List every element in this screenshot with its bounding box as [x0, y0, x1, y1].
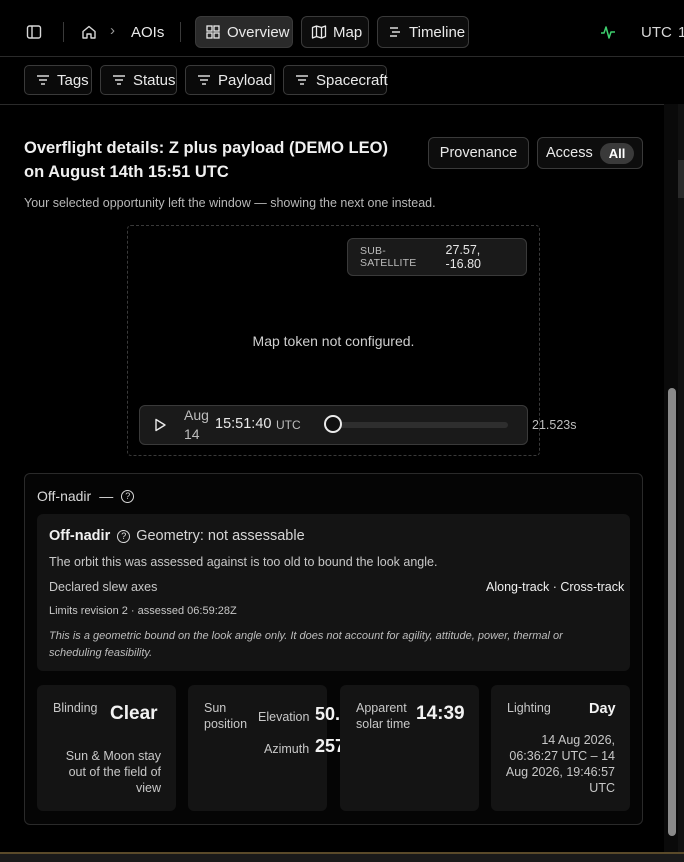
timeline-icon [387, 24, 403, 40]
lighting-value: Day [589, 701, 616, 717]
scrollbar-thumb[interactable] [668, 388, 676, 836]
filter-icon [35, 72, 51, 88]
top-bar: › AOIs Overview Map Timeline UTC 1 [0, 0, 684, 57]
chevron-right-icon: › [110, 22, 115, 39]
access-label: Access [546, 145, 593, 161]
filter-icon [111, 72, 127, 88]
breadcrumb-aois[interactable]: AOIs [131, 24, 164, 41]
playback-time: 15:51:40 [215, 416, 272, 432]
tab-overview[interactable]: Overview [195, 16, 293, 48]
home-icon[interactable] [81, 24, 97, 40]
filter-payload-button[interactable]: Payload [185, 65, 275, 95]
solar-time-value: 14:39 [416, 703, 465, 724]
filter-tags-label: Tags [57, 71, 89, 89]
help-icon[interactable]: ? [121, 489, 135, 503]
blinding-value: Clear [110, 703, 158, 724]
filter-status-button[interactable]: Status [100, 65, 177, 95]
lighting-label: Lighting [507, 701, 551, 715]
overflight-title: Overflight details: Z plus payload (DEMO… [24, 139, 388, 181]
tab-map-label: Map [333, 23, 363, 41]
activity-icon[interactable] [600, 24, 616, 40]
azimuth-label: Azimuth [264, 742, 310, 756]
solar-time-label: Apparent solar time [356, 701, 411, 731]
filter-status-label: Status [133, 71, 176, 89]
provenance-label: Provenance [439, 145, 518, 161]
bottom-edge [0, 852, 684, 862]
filter-spacecraft-button[interactable]: Spacecraft [283, 65, 388, 95]
grid-icon [205, 24, 221, 40]
geometry-status: Geometry: not assessable [136, 528, 305, 544]
timezone-label[interactable]: UTC [641, 24, 672, 41]
orbit-note: The orbit this was assessed against is t… [49, 555, 438, 569]
blinding-note: Sun & Moon stay out of the field of view [65, 749, 161, 795]
map-icon [311, 24, 327, 40]
tab-timeline[interactable]: Timeline [377, 16, 469, 48]
filter-icon [196, 72, 212, 88]
tab-overview-label: Overview [227, 23, 290, 41]
off-nadir-title: Off-nadir [49, 528, 111, 544]
map-token-message: Map token not configured. [252, 333, 415, 349]
geometric-disclaimer: This is a geometric bound on the look an… [49, 630, 563, 659]
off-nadir-section-header: Off-nadir — ? [37, 488, 135, 504]
access-button[interactable]: Access All [537, 137, 643, 169]
filter-icon [294, 72, 310, 88]
slew-axes-value: Along-track · Cross-track [486, 580, 625, 594]
lighting-range: 14 Aug 2026, 06:36:27 UTC – 14 Aug 2026,… [505, 733, 615, 795]
side-panel-handle[interactable] [678, 160, 684, 198]
sub-satellite-label: SUB-SATELLITE [360, 245, 417, 269]
provenance-button[interactable]: Provenance [428, 137, 529, 169]
tab-map[interactable]: Map [301, 16, 369, 48]
off-nadir-title-row: Off-nadir ? Geometry: not assessable [49, 528, 305, 544]
tab-timeline-label: Timeline [409, 23, 466, 41]
timezone-clipped-text: 1 [678, 24, 684, 41]
slew-axes-label: Declared slew axes [49, 580, 158, 594]
playback-slider-thumb[interactable] [324, 415, 342, 433]
blinding-label: Blinding [53, 701, 98, 715]
play-icon[interactable] [151, 416, 169, 434]
playback-slider-track[interactable] [334, 422, 508, 428]
side-panel-edge [678, 104, 684, 852]
filter-tags-button[interactable]: Tags [24, 65, 92, 95]
sun-position-label: Sun position [204, 701, 248, 731]
playback-date: Aug 14 [184, 406, 214, 444]
off-nadir-section-value: — [99, 488, 114, 504]
playback-date-day: 14 [184, 426, 200, 442]
playback-duration: 21.523s [532, 418, 577, 432]
divider [180, 22, 181, 42]
sidebar-toggle-icon[interactable] [26, 24, 42, 40]
access-value-badge: All [599, 142, 635, 164]
playback-date-month: Aug [184, 407, 209, 423]
filter-bar: Tags Status Payload Spacecraft [0, 56, 684, 105]
filter-spacecraft-label: Spacecraft [316, 71, 388, 89]
divider [63, 22, 64, 42]
filter-payload-label: Payload [218, 71, 273, 89]
playback-timezone: UTC [276, 418, 301, 432]
sub-satellite-value: 27.57, -16.80 [445, 243, 481, 271]
help-icon[interactable]: ? [117, 529, 131, 543]
off-nadir-section-label: Off-nadir [37, 488, 92, 504]
selection-notice: Your selected opportunity left the windo… [24, 196, 436, 210]
sub-satellite-readout: SUB-SATELLITE 27.57, -16.80 [347, 238, 527, 276]
limits-revision: Limits revision 2 · assessed 06:59:28Z [49, 605, 237, 617]
elevation-label: Elevation [258, 710, 310, 724]
